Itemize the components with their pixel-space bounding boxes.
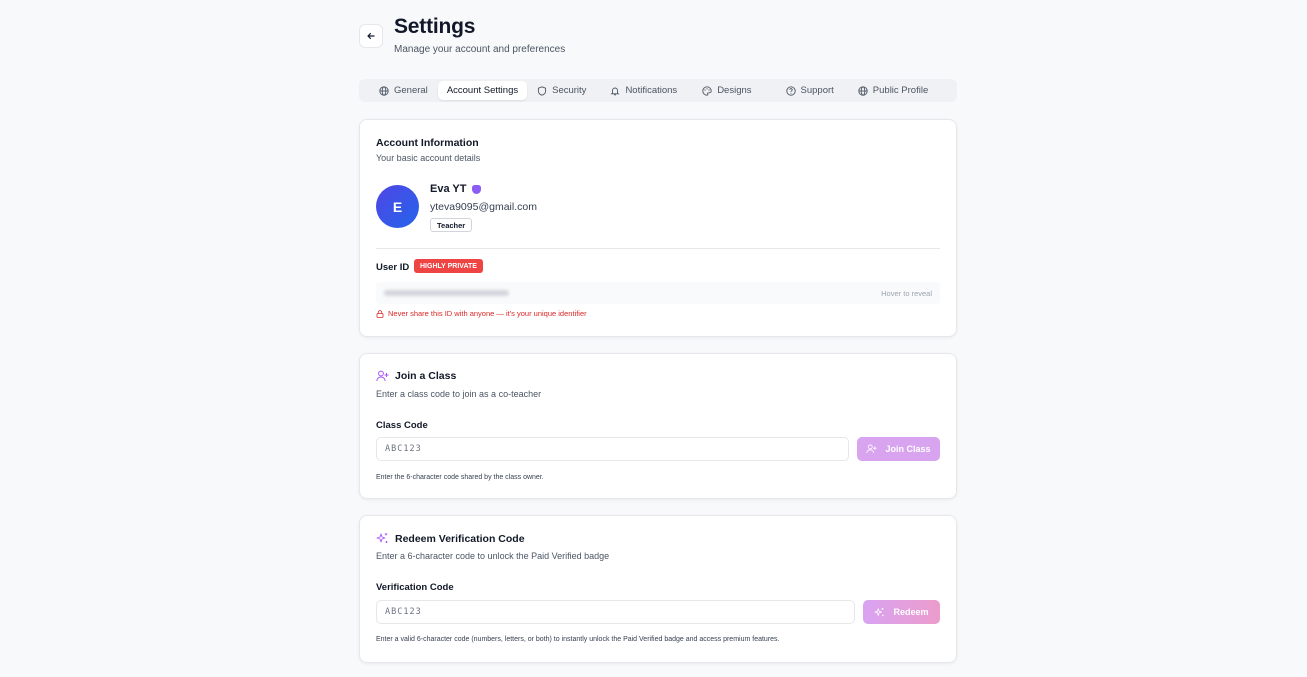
- tab-security-label: Security: [552, 85, 587, 96]
- tab-support-label: Support: [800, 85, 834, 96]
- tab-notifications-label: Notifications: [625, 85, 678, 96]
- tab-security[interactable]: Security: [528, 81, 595, 100]
- verified-badge-icon: [471, 184, 481, 194]
- user-name: Eva YT: [430, 183, 467, 195]
- redeem-button-label: Redeem: [893, 607, 929, 617]
- back-button[interactable]: [359, 24, 383, 48]
- tab-designs-label: Designs: [717, 85, 752, 96]
- user-name-row: Eva YT: [430, 183, 481, 195]
- user-id-label: User ID: [376, 262, 410, 273]
- settings-tabs: General Account Settings Security Notifi…: [359, 79, 957, 102]
- globe-icon: [858, 85, 868, 96]
- class-code-hint: Enter the 6-character code shared by the…: [376, 474, 544, 481]
- divider: [376, 248, 940, 249]
- card-title: Join a Class: [395, 370, 457, 382]
- redeem-button[interactable]: Redeem: [863, 600, 940, 624]
- user-email: yteva9095@gmail.com: [430, 201, 537, 213]
- tab-public-profile-label: Public Profile: [872, 85, 929, 96]
- card-description: Your basic account details: [376, 153, 481, 163]
- role-badge: Teacher: [430, 218, 473, 232]
- page-title: Settings: [394, 15, 476, 38]
- user-plus-icon: [376, 370, 389, 382]
- page-subtitle: Manage your account and preferences: [394, 44, 566, 55]
- highly-private-badge: HIGHLY PRIVATE: [414, 259, 483, 273]
- warning-text: Never share this ID with anyone — it's y…: [388, 309, 587, 318]
- arrow-left-icon: [367, 32, 375, 40]
- bell-icon: [611, 87, 620, 95]
- redeem-verification-card: Redeem Verification Code Enter a 6-chara…: [359, 515, 957, 663]
- card-title-row: Join a Class: [376, 370, 456, 382]
- card-description: Enter a 6-character code to unlock the P…: [376, 551, 610, 561]
- globe-icon: [379, 85, 389, 96]
- card-title: Account Information: [376, 137, 479, 149]
- user-plus-icon: [866, 444, 877, 454]
- tab-designs[interactable]: Designs: [693, 81, 760, 100]
- join-class-button-label: Join Class: [885, 444, 931, 454]
- settings-page: Settings Manage your account and prefere…: [359, 0, 957, 663]
- class-code-label: Class Code: [376, 420, 428, 431]
- sparkles-icon: [874, 607, 885, 616]
- tab-support[interactable]: Support: [777, 81, 843, 100]
- user-id-blurred-value: [384, 290, 509, 296]
- tab-public-profile[interactable]: Public Profile: [849, 81, 937, 100]
- shield-icon: [538, 85, 547, 96]
- palette-icon: [702, 85, 712, 96]
- card-title: Redeem Verification Code: [395, 532, 525, 545]
- tab-notifications[interactable]: Notifications: [601, 81, 686, 100]
- card-title-row: Redeem Verification Code: [376, 532, 525, 545]
- tab-general-label: General: [394, 85, 428, 96]
- card-description: Enter a class code to join as a co-teach…: [376, 389, 542, 399]
- join-class-button[interactable]: Join Class: [857, 437, 940, 461]
- hover-to-reveal-hint: Hover to reveal: [881, 288, 932, 298]
- user-id-field[interactable]: Hover to reveal: [376, 282, 940, 304]
- user-id-warning: Never share this ID with anyone — it's y…: [376, 309, 587, 318]
- page-header: Settings Manage your account and prefere…: [359, 0, 957, 80]
- verification-code-hint: Enter a valid 6-character code (numbers,…: [376, 636, 780, 643]
- tab-account-settings[interactable]: Account Settings: [437, 81, 528, 100]
- class-code-input[interactable]: [376, 437, 849, 461]
- join-class-card: Join a Class Enter a class code to join …: [359, 353, 957, 499]
- verification-code-label: Verification Code: [376, 582, 454, 593]
- tab-account-settings-label: Account Settings: [446, 85, 519, 96]
- lock-icon: [376, 309, 384, 318]
- avatar: E: [376, 185, 419, 228]
- verification-code-input[interactable]: [376, 600, 855, 624]
- help-circle-icon: [785, 85, 796, 96]
- account-information-card: Account Information Your basic account d…: [359, 119, 957, 337]
- sparkles-icon: [376, 533, 388, 543]
- tab-general[interactable]: General: [370, 81, 437, 100]
